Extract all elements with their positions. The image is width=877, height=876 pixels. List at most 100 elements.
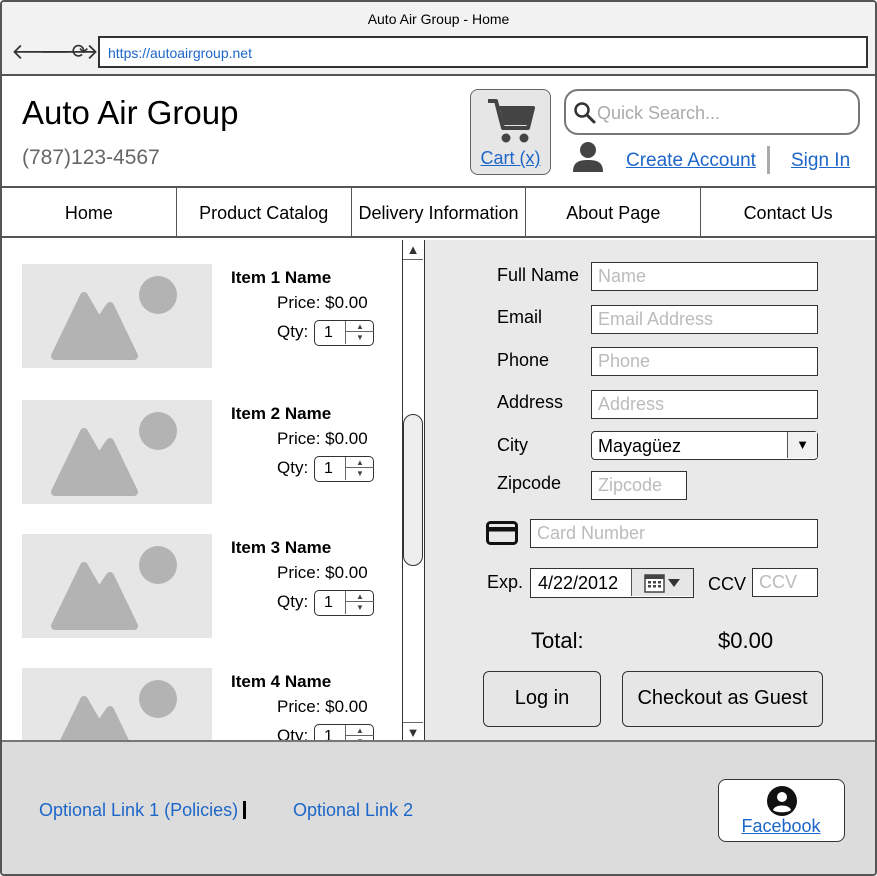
city-label: City bbox=[497, 435, 528, 455]
credit-card-icon bbox=[486, 521, 518, 545]
sign-in-link[interactable]: Sign In bbox=[791, 150, 850, 172]
stepper-arrows: ▲ ▼ bbox=[345, 321, 374, 344]
nav-about-page[interactable]: About Page bbox=[526, 188, 702, 236]
qty-label: Qty: bbox=[277, 458, 309, 477]
app-window: Auto Air Group - Home 🡐 🡒 ⟳ https://auto… bbox=[0, 0, 877, 876]
exp-label: Exp. bbox=[487, 572, 524, 592]
cart-icon bbox=[488, 99, 535, 143]
increment-icon[interactable]: ▲ bbox=[346, 321, 374, 332]
cart-button[interactable]: Cart (x) bbox=[470, 89, 551, 175]
user-icon bbox=[573, 142, 603, 172]
stepper-arrows: ▲ ▼ bbox=[345, 725, 374, 740]
image-placeholder-icon bbox=[51, 546, 177, 630]
list-item: Item 2 Name Price: $0.00 Qty: 1 ▲ ▼ bbox=[2, 400, 402, 520]
phone-field[interactable] bbox=[591, 347, 818, 376]
product-image bbox=[22, 400, 212, 504]
decrement-icon[interactable]: ▼ bbox=[346, 332, 374, 343]
browser-chrome: Auto Air Group - Home 🡐 🡒 ⟳ https://auto… bbox=[2, 2, 875, 76]
stepper-arrows: ▲ ▼ bbox=[345, 457, 374, 480]
zipcode-field[interactable] bbox=[591, 471, 687, 500]
item-name: Item 2 Name bbox=[231, 404, 332, 423]
reload-icon[interactable]: ⟳ bbox=[69, 40, 91, 64]
image-placeholder-icon bbox=[51, 276, 177, 360]
qty-value: 1 bbox=[324, 728, 333, 740]
full-name-field[interactable] bbox=[591, 262, 818, 291]
qty-label: Qty: bbox=[277, 592, 309, 611]
account-circle-icon bbox=[767, 786, 797, 816]
checkout-guest-button[interactable]: Checkout as Guest bbox=[622, 671, 823, 727]
url-bar[interactable]: https://autoairgroup.net bbox=[98, 36, 868, 68]
window-title: Auto Air Group - Home bbox=[367, 11, 510, 27]
scroll-up-icon[interactable]: ▲ bbox=[403, 240, 423, 260]
product-image bbox=[22, 264, 212, 368]
image-placeholder-icon bbox=[60, 680, 177, 740]
scroll-down-icon[interactable]: ▼ bbox=[403, 722, 423, 742]
list-item: Item 3 Name Price: $0.00 Qty: 1 ▲ ▼ bbox=[2, 534, 402, 654]
calendar-icon bbox=[644, 574, 680, 593]
quantity-stepper[interactable]: 1 ▲ ▼ bbox=[314, 320, 374, 346]
address-field[interactable] bbox=[591, 390, 818, 419]
qty-label: Qty: bbox=[277, 322, 309, 341]
item-price: Price: $0.00 bbox=[277, 563, 368, 582]
total-label: Total: bbox=[531, 628, 584, 653]
create-account-link[interactable]: Create Account bbox=[626, 150, 756, 172]
increment-icon[interactable]: ▲ bbox=[346, 725, 374, 736]
city-select[interactable]: Mayagüez ▼ bbox=[591, 431, 818, 460]
brand-title: Auto Air Group bbox=[22, 94, 239, 131]
login-button[interactable]: Log in bbox=[483, 671, 601, 727]
facebook-button[interactable]: Facebook bbox=[718, 779, 845, 842]
nav-delivery-information[interactable]: Delivery Information bbox=[352, 188, 527, 236]
search-icon bbox=[574, 102, 596, 124]
forward-arrow-icon[interactable]: 🡒 bbox=[40, 40, 99, 64]
qty-label: Qty: bbox=[277, 726, 309, 740]
email-field[interactable] bbox=[591, 305, 818, 334]
cart-label: Cart (x) bbox=[480, 148, 541, 168]
decrement-icon[interactable]: ▼ bbox=[346, 602, 374, 613]
image-placeholder-icon bbox=[51, 412, 177, 496]
zipcode-label: Zipcode bbox=[497, 473, 562, 493]
city-value: Mayagüez bbox=[598, 436, 682, 456]
card-number-field[interactable] bbox=[530, 519, 818, 548]
list-item: Item 4 Name Price: $0.00 Qty: 1 ▲ ▼ bbox=[2, 668, 402, 740]
footer-link-policies[interactable]: Optional Link 1 (Policies) bbox=[39, 800, 238, 821]
quantity-stepper[interactable]: 1 ▲ ▼ bbox=[314, 590, 374, 616]
decrement-icon[interactable]: ▼ bbox=[346, 468, 374, 479]
product-image bbox=[22, 668, 212, 740]
item-name: Item 4 Name bbox=[231, 672, 332, 691]
date-picker-button[interactable] bbox=[631, 569, 693, 596]
phone-label: Phone bbox=[497, 350, 550, 370]
item-name: Item 1 Name bbox=[231, 268, 332, 287]
back-arrow-icon[interactable]: 🡐 bbox=[11, 40, 70, 64]
quick-search[interactable] bbox=[564, 89, 860, 135]
total-value: $0.00 bbox=[718, 628, 774, 653]
increment-icon[interactable]: ▲ bbox=[346, 457, 374, 468]
qty-value: 1 bbox=[324, 324, 333, 341]
item-price: Price: $0.00 bbox=[277, 429, 368, 448]
list-item: Item 1 Name Price: $0.00 Qty: 1 ▲ ▼ bbox=[2, 264, 402, 384]
expiry-date-picker[interactable]: 4/22/2012 bbox=[530, 568, 694, 598]
qty-value: 1 bbox=[324, 594, 333, 611]
main-nav: Home Product Catalog Delivery Informatio… bbox=[2, 188, 875, 238]
quantity-stepper[interactable]: 1 ▲ ▼ bbox=[314, 724, 374, 740]
nav-product-catalog[interactable]: Product Catalog bbox=[177, 188, 352, 236]
email-label: Email bbox=[497, 307, 543, 327]
expiry-date-value: 4/22/2012 bbox=[538, 573, 619, 593]
qty-value: 1 bbox=[324, 460, 333, 477]
site-header: Auto Air Group (787)123-4567 Cart (x) Cr… bbox=[2, 76, 875, 188]
stepper-arrows: ▲ ▼ bbox=[345, 591, 374, 614]
scroll-thumb[interactable] bbox=[403, 414, 423, 566]
increment-icon[interactable]: ▲ bbox=[346, 591, 374, 602]
nav-home[interactable]: Home bbox=[2, 188, 177, 236]
checkout-form: Full Name Email Phone Address City Mayag… bbox=[425, 240, 875, 742]
search-input[interactable] bbox=[597, 100, 852, 126]
item-name: Item 3 Name bbox=[231, 538, 332, 557]
nav-contact-us[interactable]: Contact Us bbox=[701, 188, 875, 236]
footer-link-2[interactable]: Optional Link 2 bbox=[293, 800, 413, 821]
quantity-stepper[interactable]: 1 ▲ ▼ bbox=[314, 456, 374, 482]
facebook-label: Facebook bbox=[741, 816, 821, 836]
site-footer: Optional Link 1 (Policies) Optional Link… bbox=[2, 740, 875, 874]
list-scrollbar[interactable]: ▲ ▼ bbox=[402, 240, 425, 742]
ccv-field[interactable] bbox=[752, 568, 818, 597]
chevron-down-icon[interactable]: ▼ bbox=[787, 432, 817, 458]
item-price: Price: $0.00 bbox=[277, 293, 368, 312]
